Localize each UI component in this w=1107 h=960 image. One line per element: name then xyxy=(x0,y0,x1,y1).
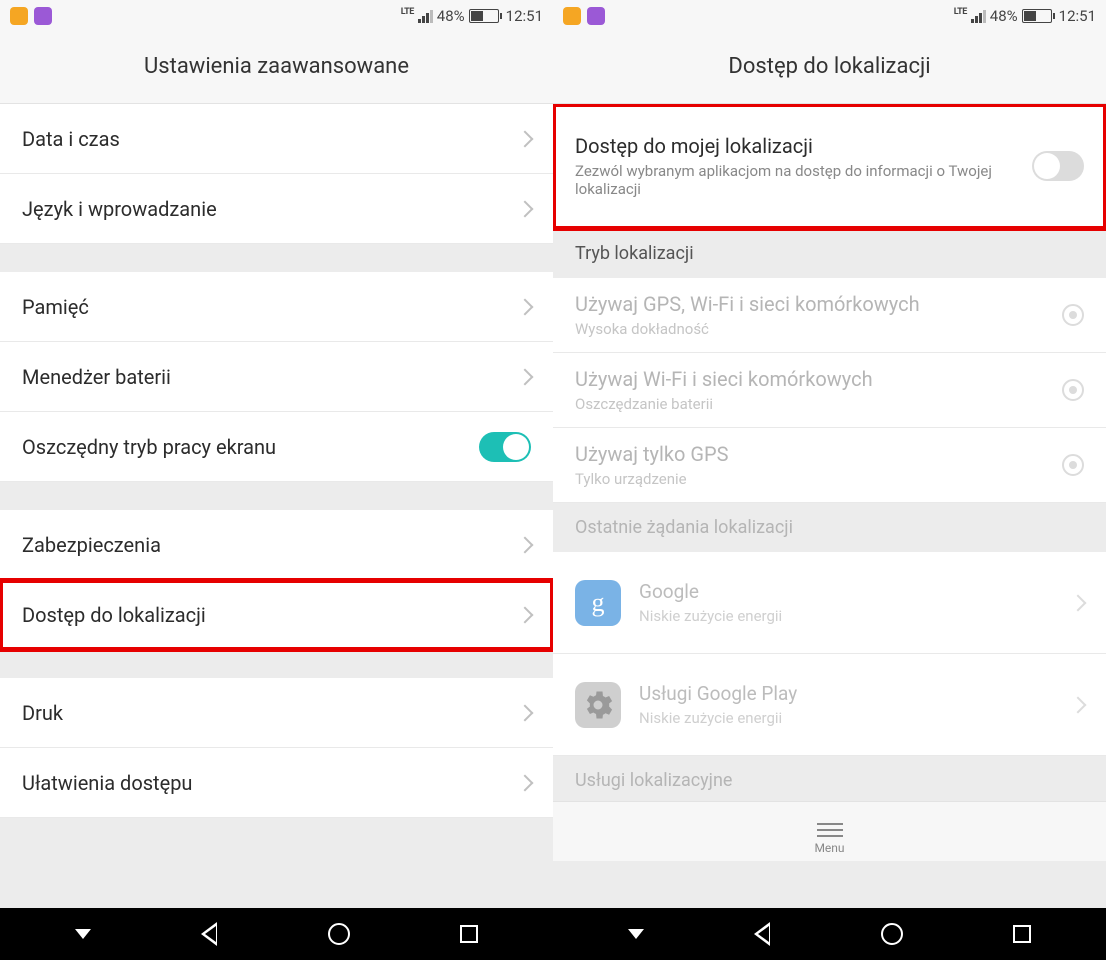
nav-recent-button[interactable] xyxy=(460,925,478,943)
sub-app-play: Niskie zużycie energii xyxy=(639,709,1072,727)
menu-label: Menu xyxy=(553,841,1106,855)
toggle-location[interactable] xyxy=(1032,151,1084,181)
section-recent-requests: Ostatnie żądania lokalizacji xyxy=(553,503,1106,552)
section-location-services: Usługi lokalizacyjne xyxy=(553,756,1106,801)
label-location: Dostęp do lokalizacji xyxy=(22,603,519,627)
row-screen-save[interactable]: Oszczędny tryb pracy ekranu xyxy=(0,412,553,482)
battery-icon xyxy=(1022,9,1055,23)
statusbar: LTE 48% 12:51 xyxy=(0,0,553,32)
signal-icon xyxy=(418,9,433,23)
notif-icon-2 xyxy=(587,7,605,25)
battery-pct: 48% xyxy=(990,7,1018,25)
row-mode-gps-wifi: Używaj GPS, Wi-Fi i sieci komórkowych Wy… xyxy=(553,278,1106,353)
notif-icon-2 xyxy=(34,7,52,25)
row-my-location-access[interactable]: Dostęp do mojej lokalizacji Zezwól wybra… xyxy=(553,104,1106,229)
statusbar: LTE 48% 12:51 xyxy=(553,0,1106,32)
notif-icon-1 xyxy=(563,7,581,25)
row-security[interactable]: Zabezpieczenia xyxy=(0,510,553,580)
label-app-play: Usługi Google Play xyxy=(639,682,1072,705)
menu-bar[interactable]: Menu xyxy=(553,801,1106,861)
location-settings: Dostęp do mojej lokalizacji Zezwól wybra… xyxy=(553,104,1106,908)
nav-bar xyxy=(0,908,553,960)
radio-mode-wifi xyxy=(1062,379,1084,401)
row-mode-wifi: Używaj Wi-Fi i sieci komórkowych Oszczęd… xyxy=(553,353,1106,428)
chevron-right-icon xyxy=(517,536,534,553)
toggle-screen-save[interactable] xyxy=(479,432,531,462)
row-print[interactable]: Druk xyxy=(0,678,553,748)
battery-icon xyxy=(469,9,502,23)
clock: 12:51 xyxy=(506,7,543,25)
chevron-right-icon xyxy=(1070,594,1087,611)
chevron-right-icon xyxy=(517,130,534,147)
label-accessibility: Ułatwienia dostępu xyxy=(22,771,519,795)
label-memory: Pamięć xyxy=(22,295,519,319)
label-mode-wifi: Używaj Wi-Fi i sieci komórkowych xyxy=(575,367,1062,391)
chevron-right-icon xyxy=(1070,696,1087,713)
nav-bar xyxy=(553,908,1106,960)
radio-mode-gps xyxy=(1062,454,1084,476)
notif-icon-1 xyxy=(10,7,28,25)
nav-expand-icon[interactable] xyxy=(628,929,644,939)
network-type: LTE xyxy=(954,7,967,17)
label-print: Druk xyxy=(22,701,519,725)
label-app-google: Google xyxy=(639,580,1072,603)
sub-mode-wifi: Oszczędzanie baterii xyxy=(575,395,1062,413)
nav-home-button[interactable] xyxy=(328,923,350,945)
label-mode-gps-wifi: Używaj GPS, Wi-Fi i sieci komórkowych xyxy=(575,292,1062,316)
network-type: LTE xyxy=(401,7,414,17)
nav-back-button[interactable] xyxy=(754,922,770,946)
chevron-right-icon xyxy=(517,704,534,721)
label-screen-save: Oszczędny tryb pracy ekranu xyxy=(22,435,479,459)
row-app-google[interactable]: g Google Niskie zużycie energii xyxy=(553,552,1106,654)
clock: 12:51 xyxy=(1059,7,1096,25)
desc-my-location: Zezwól wybranym aplikacjom na dostęp do … xyxy=(575,162,1032,198)
section-location-mode: Tryb lokalizacji xyxy=(553,229,1106,278)
radio-mode-gps-wifi xyxy=(1062,304,1084,326)
label-security: Zabezpieczenia xyxy=(22,533,519,557)
label-date-time: Data i czas xyxy=(22,127,519,151)
chevron-right-icon xyxy=(517,200,534,217)
screen-title: Ustawienia zaawansowane xyxy=(0,32,553,104)
nav-recent-button[interactable] xyxy=(1013,925,1031,943)
label-my-location: Dostęp do mojej lokalizacji xyxy=(575,134,1032,158)
label-language: Język i wprowadzanie xyxy=(22,197,519,221)
signal-icon xyxy=(971,9,986,23)
screen-title: Dostęp do lokalizacji xyxy=(553,32,1106,104)
google-icon: g xyxy=(575,580,621,626)
sub-mode-gps-wifi: Wysoka dokładność xyxy=(575,320,1062,338)
row-memory[interactable]: Pamięć xyxy=(0,272,553,342)
row-app-play-services[interactable]: Usługi Google Play Niskie zużycie energi… xyxy=(553,654,1106,756)
nav-back-button[interactable] xyxy=(201,922,217,946)
row-mode-gps: Używaj tylko GPS Tylko urządzenie xyxy=(553,428,1106,503)
row-location-access[interactable]: Dostęp do lokalizacji xyxy=(0,580,553,650)
chevron-right-icon xyxy=(517,606,534,623)
section-gap xyxy=(0,244,553,272)
chevron-right-icon xyxy=(517,298,534,315)
menu-icon xyxy=(817,823,843,837)
nav-home-button[interactable] xyxy=(881,923,903,945)
label-mode-gps: Używaj tylko GPS xyxy=(575,442,1062,466)
chevron-right-icon xyxy=(517,774,534,791)
nav-expand-icon[interactable] xyxy=(75,929,91,939)
settings-list: Data i czas Język i wprowadzanie Pamięć … xyxy=(0,104,553,908)
sub-mode-gps: Tylko urządzenie xyxy=(575,470,1062,488)
phone-left: LTE 48% 12:51 Ustawienia zaawansowane Da… xyxy=(0,0,553,960)
row-date-time[interactable]: Data i czas xyxy=(0,104,553,174)
section-gap xyxy=(0,818,553,878)
row-language[interactable]: Język i wprowadzanie xyxy=(0,174,553,244)
section-gap xyxy=(0,482,553,510)
battery-pct: 48% xyxy=(437,7,465,25)
phone-right: LTE 48% 12:51 Dostęp do lokalizacji Dost… xyxy=(553,0,1106,960)
row-accessibility[interactable]: Ułatwienia dostępu xyxy=(0,748,553,818)
sub-app-google: Niskie zużycie energii xyxy=(639,607,1072,625)
gear-icon xyxy=(575,682,621,728)
section-gap xyxy=(0,650,553,678)
row-battery[interactable]: Menedżer baterii xyxy=(0,342,553,412)
chevron-right-icon xyxy=(517,368,534,385)
label-battery: Menedżer baterii xyxy=(22,365,519,389)
